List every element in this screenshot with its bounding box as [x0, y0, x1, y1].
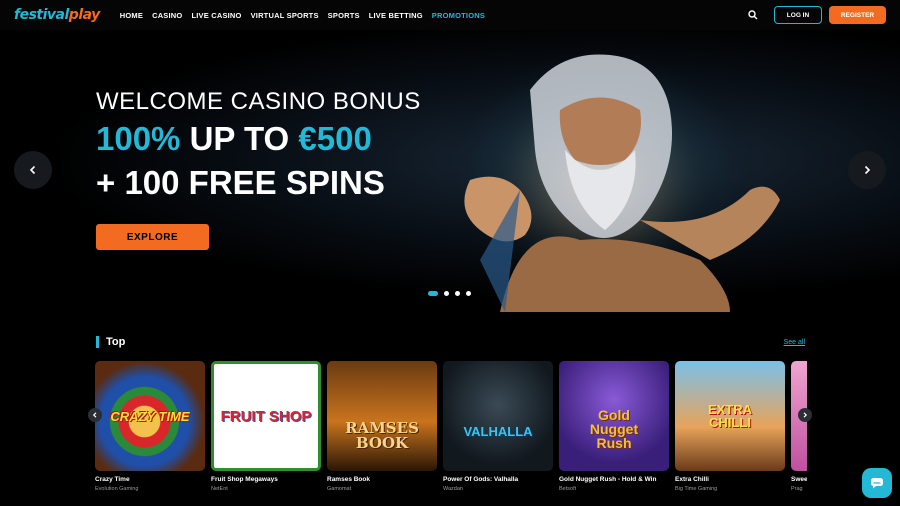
game-name: Ramses Book — [327, 476, 370, 483]
game-card[interactable]: FRUIT SHOP Fruit Shop Megaways NetEnt — [211, 361, 321, 492]
hero-next-button[interactable] — [848, 151, 886, 189]
chevron-right-icon — [803, 412, 808, 418]
slider-dot[interactable] — [466, 291, 471, 296]
hero-headline: WELCOME CASINO BONUS — [96, 88, 421, 115]
game-thumbnail: Gold Nugget Rush — [559, 361, 669, 471]
explore-button[interactable]: EXPLORE — [96, 224, 209, 250]
hero-banner: WELCOME CASINO BONUS 100% UP TO €500 + 1… — [0, 30, 900, 312]
search-icon[interactable] — [745, 7, 761, 23]
game-provider: Betsoft — [559, 486, 577, 492]
nav-virtual-sports[interactable]: VIRTUAL SPORTS — [251, 11, 319, 20]
hero-free-spins: + 100 FREE SPINS — [96, 164, 385, 201]
section-title: Top — [106, 336, 126, 348]
logo[interactable]: festivalplay — [14, 7, 100, 23]
nav-live-casino[interactable]: LIVE CASINO — [191, 11, 241, 20]
game-provider: NetEnt — [211, 486, 228, 492]
zeus-hero-image — [440, 40, 780, 312]
chevron-right-icon — [864, 165, 871, 175]
slider-dot[interactable] — [428, 291, 438, 296]
game-card[interactable]: CRAZY TIME Crazy Time Evolution Gaming — [95, 361, 205, 492]
slider-dot[interactable] — [455, 291, 460, 296]
slider-dots — [428, 291, 471, 296]
game-card[interactable]: EXTRA CHILLI Extra Chilli Big Time Gamin… — [675, 361, 785, 492]
chevron-left-icon — [92, 412, 97, 418]
nav-home[interactable]: HOME — [120, 11, 143, 20]
chat-icon — [871, 478, 883, 489]
game-provider: Prag — [791, 486, 803, 492]
carousel-next-button[interactable] — [798, 408, 812, 422]
game-provider: Wazdan — [443, 486, 463, 492]
game-name: Gold Nugget Rush - Hold & Win — [559, 476, 657, 483]
game-card[interactable]: Gold Nugget Rush Gold Nugget Rush - Hold… — [559, 361, 669, 492]
slider-dot[interactable] — [444, 291, 449, 296]
chat-support-button[interactable] — [862, 468, 892, 498]
chevron-left-icon — [29, 165, 36, 175]
site-header: festivalplay HOME CASINO LIVE CASINO VIR… — [0, 0, 900, 30]
game-carousel: CRAZY TIME Crazy Time Evolution Gaming F… — [95, 361, 807, 492]
see-all-link[interactable]: See all — [784, 339, 805, 346]
game-name: Swee — [791, 476, 807, 483]
carousel-prev-button[interactable] — [88, 408, 102, 422]
nav-live-betting[interactable]: LIVE BETTING — [369, 11, 423, 20]
game-card[interactable]: RAMSES BOOK Ramses Book Gamomat — [327, 361, 437, 492]
hero-prev-button[interactable] — [14, 151, 52, 189]
game-thumbnail: CRAZY TIME — [95, 361, 205, 471]
game-thumbnail: EXTRA CHILLI — [675, 361, 785, 471]
game-provider: Big Time Gaming — [675, 486, 718, 492]
nav-sports[interactable]: SPORTS — [328, 11, 360, 20]
game-thumbnail: VALHALLA — [443, 361, 553, 471]
game-card[interactable]: Swee Prag — [791, 361, 807, 492]
game-provider: Evolution Gaming — [95, 486, 139, 492]
top-section-header: Top See all — [96, 336, 805, 348]
game-name: Crazy Time — [95, 476, 130, 483]
section-accent-bar — [96, 336, 99, 348]
hero-offer: 100% UP TO €500 — [96, 120, 372, 157]
game-provider: Gamomat — [327, 486, 352, 492]
hero-text: WELCOME CASINO BONUS 100% UP TO €500 + 1… — [96, 88, 421, 202]
game-card[interactable]: VALHALLA Power Of Gods: Valhalla Wazdan — [443, 361, 553, 492]
register-button[interactable]: REGISTER — [829, 6, 886, 24]
game-name: Extra Chilli — [675, 476, 709, 483]
main-nav: HOME CASINO LIVE CASINO VIRTUAL SPORTS S… — [120, 11, 485, 20]
nav-promotions[interactable]: PROMOTIONS — [432, 11, 485, 20]
game-thumbnail: FRUIT SHOP — [211, 361, 321, 471]
nav-casino[interactable]: CASINO — [152, 11, 182, 20]
game-name: Fruit Shop Megaways — [211, 476, 278, 483]
game-thumbnail: RAMSES BOOK — [327, 361, 437, 471]
game-name: Power Of Gods: Valhalla — [443, 476, 519, 483]
login-button[interactable]: LOG IN — [774, 6, 822, 24]
